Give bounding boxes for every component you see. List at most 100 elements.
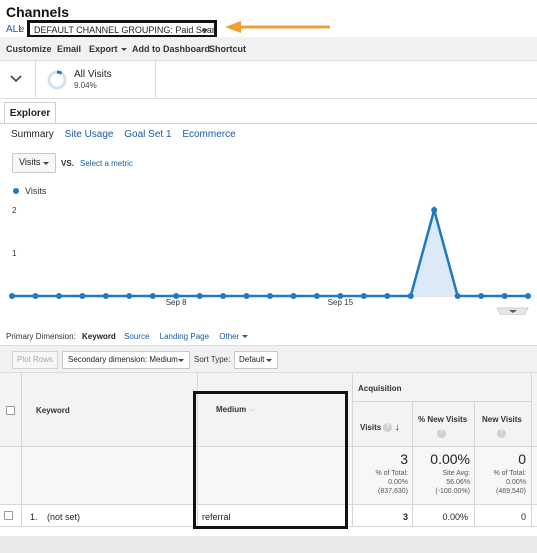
header-visits[interactable]: Visits ? ↓ [360, 422, 400, 433]
chevron-down-icon [202, 29, 208, 33]
header-pct-new-visits[interactable]: % New Visits [418, 415, 467, 424]
metric-dropdown[interactable]: Visits [12, 153, 56, 173]
total-visits-detail: % of Total: 0.00% (837,630) [356, 469, 408, 496]
channel-grouping-dropdown[interactable]: DEFAULT CHANNEL GROUPING: Paid Search [27, 20, 217, 38]
row-new-visits: 0 [520, 512, 526, 522]
data-point [454, 293, 461, 299]
sort-type-label: Sort Type: [194, 355, 231, 364]
footer-bar [0, 536, 537, 553]
dimension-other-link[interactable]: Other [219, 332, 249, 341]
sort-type-value: Default [239, 355, 265, 364]
total-visits: 3 [400, 451, 408, 467]
total-new-visits-sub-pct: 0.00% [506, 479, 526, 486]
secondary-dimension-label: Secondary dimension: Medium [68, 355, 178, 364]
total-pct-new: 0.00% [430, 451, 470, 467]
col-divider [412, 401, 413, 526]
tab-explorer[interactable]: Explorer [4, 102, 56, 124]
total-new-visits-sub-label: % of Total: [493, 470, 526, 477]
header-visits-label: Visits [360, 423, 382, 432]
email-button[interactable]: Email [57, 44, 81, 54]
secondary-dimension-dropdown[interactable]: Secondary dimension: Medium [62, 351, 190, 369]
medium-column-highlight [193, 391, 348, 529]
total-pct-new-sub-avg: 56.06% [446, 479, 470, 486]
data-point [501, 293, 508, 299]
row-pct-new: 0.00% [442, 512, 468, 522]
breadcrumb-separator: » [19, 23, 25, 34]
data-point [431, 207, 438, 213]
total-new-visits: 0 [518, 451, 526, 467]
subtab-site-usage[interactable]: Site Usage [65, 129, 114, 140]
header-keyword[interactable]: Keyword [36, 406, 70, 415]
data-point [407, 293, 414, 299]
explorer-subtabs: Summary Site Usage Goal Set 1 Ecommerce [11, 129, 244, 140]
data-point [32, 293, 39, 299]
chevron-down-icon [10, 75, 22, 83]
tab-divider [0, 123, 537, 124]
total-new-visits-sub-count: (469,540) [496, 488, 526, 495]
data-point [267, 293, 273, 299]
row-divider [352, 401, 532, 402]
total-visits-sub-label: % of Total: [375, 470, 408, 477]
total-new-visits-detail: % of Total: 0.00% (469,540) [476, 469, 526, 496]
dimension-current: Keyword [82, 332, 116, 341]
data-point [55, 293, 62, 299]
data-point [196, 293, 203, 299]
plot-rows-button[interactable]: Plot Rows [12, 351, 58, 369]
sort-down-arrow-icon: ↓ [394, 422, 400, 433]
data-point [9, 293, 15, 299]
sort-type-dropdown[interactable]: Default [234, 351, 278, 369]
y-tick-label: 1 [12, 249, 17, 258]
channel-grouping-label: DEFAULT CHANNEL GROUPING: Paid Search [34, 25, 217, 35]
subtab-ecommerce[interactable]: Ecommerce [182, 129, 235, 140]
data-point [313, 293, 320, 299]
shortcut-button[interactable]: Shortcut [209, 44, 246, 54]
segment-all-visits[interactable]: All Visits 9.04% [36, 61, 156, 99]
export-button[interactable]: Export [89, 44, 127, 54]
x-tick-label: Sep 15 [328, 298, 354, 307]
row-checkbox[interactable] [4, 511, 13, 520]
total-visits-sub-pct: 0.00% [388, 479, 408, 486]
data-point [102, 293, 109, 299]
table-toolbar: Plot Rows Secondary dimension: Medium So… [0, 345, 537, 373]
data-point [126, 293, 133, 299]
total-pct-new-sub-label: Site Avg: [442, 470, 470, 477]
select-all-checkbox[interactable] [6, 406, 15, 415]
question-icon[interactable]: ? [437, 429, 446, 438]
header-new-visits[interactable]: New Visits [482, 415, 522, 424]
question-icon[interactable]: ? [497, 429, 506, 438]
total-pct-new-sub-delta: (-100.00%) [435, 488, 470, 495]
dimension-other-label: Other [219, 332, 240, 341]
data-point [525, 293, 531, 299]
data-point [243, 293, 250, 299]
chevron-down-icon [178, 359, 184, 362]
data-point [290, 293, 297, 299]
total-pct-new-detail: Site Avg: 56.06% (-100.00%) [414, 469, 470, 496]
dimension-landing-page-link[interactable]: Landing Page [160, 332, 209, 341]
segment-percent: 9.04% [74, 81, 97, 90]
segment-collapse-toggle[interactable] [0, 61, 36, 99]
vs-label: VS. [61, 159, 74, 168]
page-title: Channels [6, 4, 70, 20]
dimension-source-link[interactable]: Source [124, 332, 149, 341]
col-divider [474, 401, 475, 526]
visits-line-chart: Visits 1 2 Sep 8 Sep 15 [9, 186, 531, 315]
question-icon[interactable]: ? [383, 423, 393, 433]
segment-name: All Visits [74, 69, 112, 80]
export-label: Export [89, 44, 118, 54]
arrow-annotation-icon [225, 21, 330, 33]
segment-bar: All Visits 9.04% [0, 61, 537, 99]
primary-dimension-label: Primary Dimension: [6, 332, 76, 341]
subtab-summary[interactable]: Summary [11, 129, 54, 140]
add-to-dashboard-button[interactable]: Add to Dashboard [132, 44, 210, 54]
header-acquisition: Acquisition [358, 384, 402, 393]
data-point [220, 293, 227, 299]
chevron-down-icon [242, 335, 249, 339]
subtab-goal-set-1[interactable]: Goal Set 1 [124, 129, 171, 140]
select-metric-link[interactable]: Select a metric [80, 159, 133, 168]
chevron-down-icon [43, 162, 49, 165]
row-keyword-link[interactable]: (not set) [47, 512, 80, 522]
customize-button[interactable]: Customize [6, 44, 52, 54]
chevron-down-icon [120, 48, 127, 52]
data-point [384, 293, 391, 299]
legend-label: Visits [25, 186, 47, 196]
